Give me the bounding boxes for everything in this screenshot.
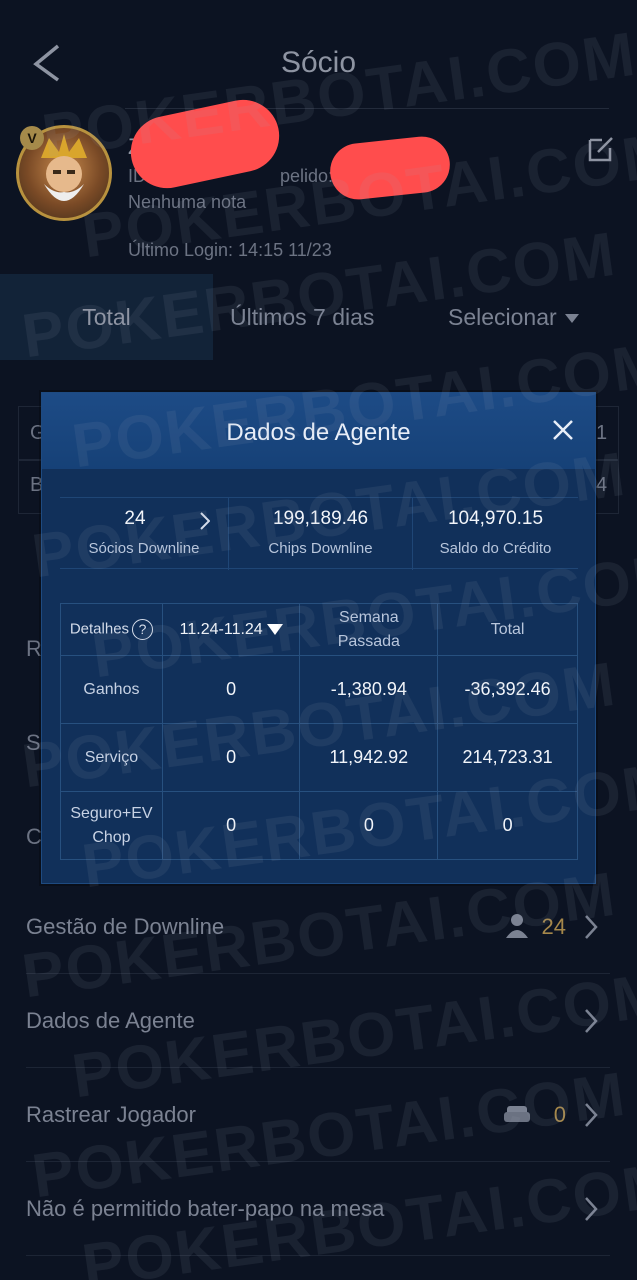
tracked-count: 0 (553, 1102, 566, 1127)
stat-value: 104,970.15 (447, 508, 544, 529)
hidden-menu-label: C (26, 824, 42, 849)
row-label: Ganhos (60, 655, 163, 724)
date-range-value: 11.24-11.24 (179, 620, 263, 638)
column-header-line: Semana (339, 608, 399, 626)
cell-total: -36,392.46 (437, 655, 578, 724)
header: Sócio (0, 0, 637, 110)
hidden-row-value: 1 (596, 422, 608, 444)
column-header-line: Passada (337, 632, 400, 650)
cell-week: -1,380.94 (299, 655, 439, 724)
stat-value: 199,189.46 (272, 508, 369, 529)
caret-down-icon (564, 314, 579, 324)
player-note: Nenhuma nota (128, 192, 247, 212)
table-row: Ganhos 0 -1,380.94 -36,392.46 (60, 655, 578, 724)
downline-chips-stat: 199,189.46 Chips Downline (228, 498, 412, 570)
vip-badge: V (20, 126, 44, 150)
hidden-menu-label: R (26, 636, 42, 661)
last-login: Último Login: 14:15 11/23 (128, 240, 332, 260)
tab-total[interactable]: Total (0, 274, 213, 360)
table-row: Seguro+EV Chop 0 0 0 (60, 791, 578, 860)
details-label: Detalhes (69, 620, 130, 638)
hidden-row-value: 4 (596, 474, 608, 496)
summary-stats: 24 Sócios Downline 199,189.46 Chips Down… (60, 497, 578, 570)
menu-downline-management[interactable]: Gestão de Downline 24 (26, 880, 610, 974)
menu-label: Rastrear Jogador (26, 1102, 196, 1127)
page-title: Sócio (280, 46, 357, 79)
stat-label: Saldo do Crédito (439, 540, 552, 557)
cell-day: 0 (161, 791, 301, 860)
date-range-selector[interactable]: 11.24-11.24 (161, 603, 301, 656)
modal-header: Dados de Agente (42, 393, 595, 469)
cell-day: 0 (161, 723, 301, 792)
player-nickname: pelido: (280, 166, 334, 186)
agent-data-modal: Dados de Agente 24 Sócios Downline 199,1… (41, 392, 596, 884)
caret-down-icon (266, 623, 283, 635)
row-label: Seguro+EV Chop (60, 791, 163, 860)
menu-no-table-chat[interactable]: Não é permitido bater-papo na mesa (26, 1162, 610, 1256)
cell-week: 0 (299, 791, 439, 860)
cell-total: 214,723.31 (437, 723, 578, 792)
column-header-total: Total (437, 603, 578, 656)
stat-label: Sócios Downline (88, 540, 200, 557)
tab-last-7-days[interactable]: Últimos 7 dias (230, 274, 374, 360)
chevron-right-icon (585, 915, 598, 939)
menu-label: Gestão de Downline (26, 914, 225, 939)
cell-week: 11,942.92 (299, 723, 439, 792)
chevron-right-icon (585, 1103, 598, 1127)
help-icon[interactable]: ? (132, 619, 154, 640)
table-row: Serviço 0 11,942.92 214,723.31 (60, 723, 578, 792)
chevron-right-icon (585, 1009, 598, 1033)
edit-icon[interactable] (586, 134, 616, 164)
tab-select[interactable]: Selecionar (448, 274, 579, 360)
stat-label: Chips Downline (268, 540, 373, 557)
row-label-line: Chop (92, 828, 131, 846)
row-label-line: Seguro+EV (70, 804, 153, 822)
chevron-right-icon (585, 1197, 598, 1221)
menu-agent-data[interactable]: Dados de Agente (26, 974, 610, 1068)
hidden-menu-label: S (26, 730, 41, 755)
menu-track-player[interactable]: Rastrear Jogador 0 (26, 1068, 610, 1162)
column-header-last-week: Semana Passada (299, 603, 439, 656)
redaction-mark (327, 133, 453, 203)
table-header-row: Detalhes? 11.24-11.24 Semana Passada Tot… (60, 603, 578, 656)
credit-balance-stat: 104,970.15 Saldo do Crédito (412, 498, 578, 570)
row-label: Serviço (60, 723, 163, 792)
tab-select-label: Selecionar (448, 304, 557, 330)
details-table: Detalhes? 11.24-11.24 Semana Passada Tot… (60, 603, 578, 860)
details-header-cell: Detalhes? (60, 603, 163, 656)
downline-partners-stat[interactable]: 24 Sócios Downline (60, 498, 228, 570)
close-icon[interactable] (550, 417, 576, 443)
modal-title: Dados de Agente (226, 419, 411, 446)
sofa-icon (504, 1106, 530, 1122)
partner-page: Sócio V Z o ID: 3 pelido: Nenhuma nota Ú… (0, 0, 637, 1280)
downline-count: 24 (541, 914, 566, 939)
chevron-right-icon (200, 512, 210, 530)
cell-day: 0 (161, 655, 301, 724)
menu-label: Dados de Agente (26, 1008, 195, 1033)
cell-total: 0 (437, 791, 578, 860)
person-icon (506, 914, 528, 938)
menu-label: Não é permitido bater-papo na mesa (26, 1196, 385, 1221)
period-tabs: Total Últimos 7 dias Selecionar (0, 274, 637, 360)
